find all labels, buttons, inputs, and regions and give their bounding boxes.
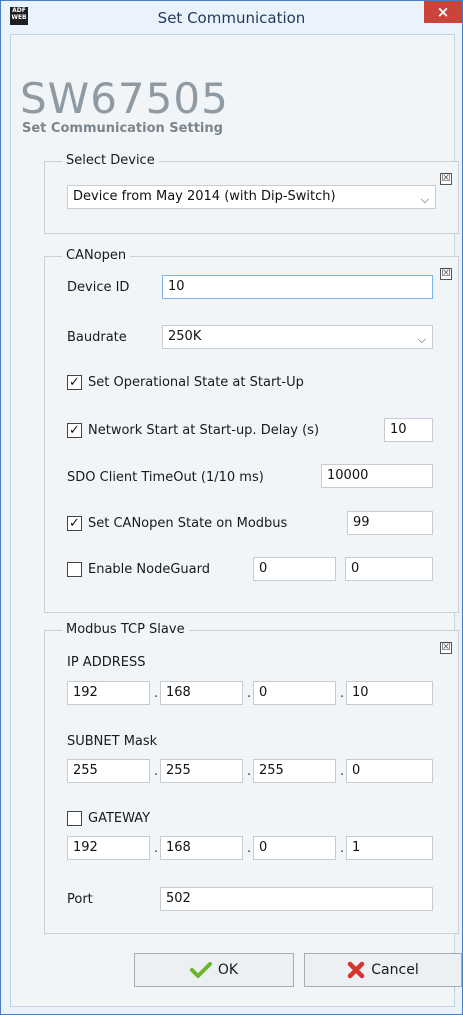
ip-octet-2[interactable]: 168 bbox=[160, 681, 243, 705]
ip-address-label: IP ADDRESS bbox=[67, 655, 146, 670]
port-label: Port bbox=[67, 892, 93, 907]
subnet-octet-4[interactable]: 0 bbox=[346, 759, 433, 783]
group-label: Modbus TCP Slave bbox=[62, 622, 189, 637]
gateway-octet-3[interactable]: 0 bbox=[253, 836, 336, 860]
nodeguard-input-2[interactable]: 0 bbox=[345, 557, 433, 581]
ok-button[interactable]: OK bbox=[134, 953, 294, 987]
set-canopen-state-input[interactable]: 99 bbox=[347, 511, 433, 535]
ip-octet-1[interactable]: 192 bbox=[67, 681, 150, 705]
cancel-x-icon bbox=[348, 961, 365, 979]
group-label: CANopen bbox=[62, 248, 131, 263]
enable-nodeguard-label: Enable NodeGuard bbox=[88, 562, 210, 577]
gateway-octet-4[interactable]: 1 bbox=[346, 836, 433, 860]
set-operational-label: Set Operational State at Start-Up bbox=[88, 375, 304, 390]
dot-separator: . bbox=[154, 686, 159, 701]
dot-separator: . bbox=[154, 841, 159, 856]
dot-separator: . bbox=[247, 764, 252, 779]
canopen-group: CANopen ☒ Device ID 10 Baudrate 250K ⌵ ✓… bbox=[44, 248, 459, 613]
product-subtitle: Set Communication Setting bbox=[22, 121, 223, 136]
enable-nodeguard-checkbox[interactable] bbox=[67, 562, 82, 577]
baudrate-label: Baudrate bbox=[67, 330, 127, 345]
collapse-icon[interactable]: ☒ bbox=[440, 173, 452, 185]
baudrate-value: 250K bbox=[168, 329, 202, 344]
group-label: Select Device bbox=[62, 153, 159, 168]
product-model: SW67505 bbox=[20, 74, 229, 123]
subnet-octet-1[interactable]: 255 bbox=[67, 759, 150, 783]
cancel-label: Cancel bbox=[371, 962, 419, 978]
ip-octet-3[interactable]: 0 bbox=[253, 681, 336, 705]
close-button[interactable]: × bbox=[424, 1, 462, 23]
window-title: Set Communication bbox=[157, 9, 306, 27]
device-select[interactable]: Device from May 2014 (with Dip-Switch) ⌵ bbox=[67, 185, 436, 209]
set-canopen-state-checkbox[interactable]: ✓ bbox=[67, 516, 82, 531]
title-bar: ADF WEB Set Communication × bbox=[1, 1, 462, 34]
chevron-down-icon: ⌵ bbox=[417, 333, 426, 346]
ok-label: OK bbox=[217, 962, 239, 978]
set-canopen-state-label: Set CANopen State on Modbus bbox=[88, 516, 288, 531]
device-id-label: Device ID bbox=[67, 280, 130, 295]
gateway-octet-2[interactable]: 168 bbox=[160, 836, 243, 860]
network-start-checkbox[interactable]: ✓ bbox=[67, 423, 82, 438]
gateway-octet-1[interactable]: 192 bbox=[67, 836, 150, 860]
chevron-down-icon: ⌵ bbox=[420, 193, 429, 206]
collapse-icon[interactable]: ☒ bbox=[440, 268, 452, 280]
subnet-octet-3[interactable]: 255 bbox=[253, 759, 336, 783]
select-device-group: Select Device ☒ Device from May 2014 (wi… bbox=[44, 153, 459, 234]
modbus-tcp-slave-group: Modbus TCP Slave ☒ IP ADDRESS 192 . 168 … bbox=[44, 622, 459, 934]
nodeguard-input-1[interactable]: 0 bbox=[253, 557, 336, 581]
gateway-checkbox[interactable] bbox=[67, 811, 82, 826]
port-input[interactable]: 502 bbox=[160, 887, 433, 911]
set-operational-checkbox[interactable]: ✓ bbox=[67, 375, 82, 390]
dot-separator: . bbox=[154, 764, 159, 779]
network-start-delay-input[interactable]: 10 bbox=[384, 418, 433, 442]
dot-separator: . bbox=[247, 686, 252, 701]
gateway-label: GATEWAY bbox=[88, 811, 151, 826]
dot-separator: . bbox=[340, 841, 345, 856]
network-start-label: Network Start at Start-up. Delay (s) bbox=[88, 423, 320, 438]
device-id-input[interactable]: 10 bbox=[162, 275, 433, 299]
sdo-timeout-label: SDO Client TimeOut (1/10 ms) bbox=[67, 470, 264, 485]
collapse-icon[interactable]: ☒ bbox=[440, 642, 452, 654]
subnet-octet-2[interactable]: 255 bbox=[160, 759, 243, 783]
dot-separator: . bbox=[340, 764, 345, 779]
ip-octet-4[interactable]: 10 bbox=[346, 681, 433, 705]
baudrate-select[interactable]: 250K ⌵ bbox=[162, 325, 433, 349]
device-select-value: Device from May 2014 (with Dip-Switch) bbox=[73, 189, 336, 204]
sdo-timeout-input[interactable]: 10000 bbox=[321, 464, 433, 488]
dot-separator: . bbox=[247, 841, 252, 856]
cancel-button[interactable]: Cancel bbox=[304, 953, 462, 987]
dot-separator: . bbox=[340, 686, 345, 701]
subnet-mask-label: SUBNET Mask bbox=[67, 734, 158, 749]
checkmark-icon bbox=[189, 962, 212, 978]
